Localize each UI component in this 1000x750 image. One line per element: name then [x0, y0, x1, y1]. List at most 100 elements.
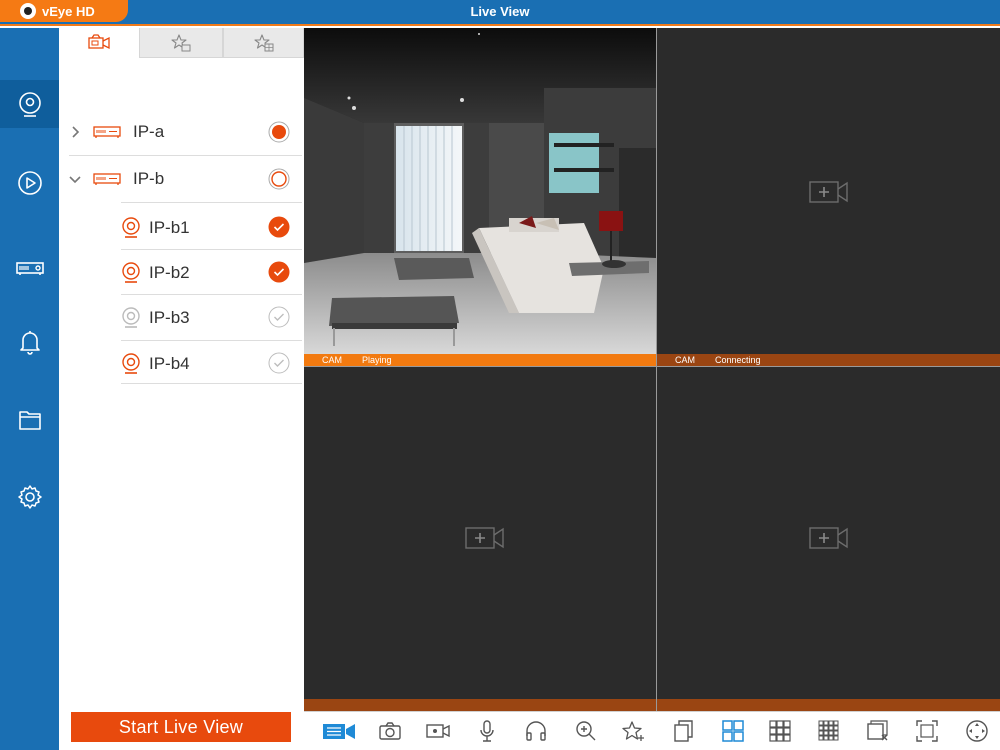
record-icon: [426, 724, 450, 738]
live-view-icon: [18, 92, 41, 117]
panel-tabs: [59, 28, 304, 58]
microphone-icon: [480, 720, 494, 742]
title-bar: vEye HD Live View: [0, 0, 1000, 26]
device-panel: IP-a IP-b IP-b1 IP-b2 IP-b3 IP-b4 Start …: [59, 28, 304, 750]
camera-label: IP-b2: [149, 263, 190, 282]
playback-icon: [17, 171, 42, 195]
cell-status-bar: [657, 699, 1000, 711]
video-grid: CAM Playing CAM Connecting: [304, 28, 1000, 711]
cell-status-bar: CAM Connecting: [657, 354, 1000, 366]
camera-label: IP-b1: [149, 218, 190, 237]
record-button[interactable]: [425, 719, 451, 743]
audio-headphones-icon: [526, 721, 546, 741]
nav-playback[interactable]: [0, 159, 59, 207]
add-camera-icon[interactable]: [465, 526, 505, 550]
camera-row-ip-b4[interactable]: IP-b4: [59, 341, 304, 387]
camera-row-ip-b2[interactable]: IP-b2: [59, 250, 304, 296]
zoom-button[interactable]: [573, 719, 599, 743]
camera-icon: [122, 353, 140, 374]
camera-label: IP-b4: [149, 354, 190, 373]
ptz-control-icon: [966, 720, 988, 742]
snapshot-icon: [379, 722, 401, 740]
camera-row-ip-b1[interactable]: IP-b1: [59, 204, 304, 250]
camera-offline-icon: [122, 307, 140, 328]
camera-row-ip-b3[interactable]: IP-b3: [59, 295, 304, 341]
favorite-star-icon: [622, 721, 644, 741]
chevron-right-icon: [72, 126, 80, 138]
microphone-button[interactable]: [474, 719, 500, 743]
device-row-ip-a[interactable]: IP-a: [59, 109, 304, 155]
recorder-icon: [93, 173, 121, 185]
nav-device-manager[interactable]: [0, 244, 59, 292]
layout-16-button[interactable]: [816, 719, 842, 743]
camera-label: IP-b3: [149, 308, 190, 327]
row-divider: [121, 202, 302, 203]
video-cell-4[interactable]: [657, 367, 1000, 711]
folder-icon: [18, 411, 41, 430]
zoom-in-icon: [576, 721, 596, 741]
add-camera-icon[interactable]: [809, 180, 849, 204]
selection-dot-icon[interactable]: [268, 121, 290, 143]
layout-4-button[interactable]: [720, 719, 746, 743]
video-feed-image: [304, 28, 656, 354]
side-navigation: [0, 28, 59, 750]
device-list-icon: [88, 34, 110, 50]
fullscreen-icon: [916, 720, 938, 742]
grid-divider: [304, 366, 1000, 367]
alarm-bell-icon: [19, 331, 40, 355]
row-divider: [121, 383, 302, 384]
tab-devices[interactable]: [59, 28, 139, 58]
tab-favorites-group[interactable]: [139, 28, 223, 58]
nav-alarms[interactable]: [0, 318, 59, 366]
recorder-icon: [93, 126, 121, 138]
tab-favorites-grid[interactable]: [223, 28, 304, 58]
layout-16-icon: [818, 720, 839, 741]
selection-empty-icon[interactable]: [268, 168, 290, 190]
checked-icon[interactable]: [268, 216, 290, 238]
video-cell-1[interactable]: CAM Playing: [304, 28, 656, 366]
copy-button[interactable]: [670, 719, 696, 743]
nav-files[interactable]: [0, 396, 59, 444]
copy-pages-icon: [674, 720, 693, 742]
nav-live-view[interactable]: [0, 80, 59, 128]
stream-status: Connecting: [715, 355, 761, 365]
favorites-group-icon: [171, 33, 191, 51]
stream-select-button[interactable]: [322, 719, 356, 743]
grid-divider: [656, 28, 657, 711]
device-manager-icon: [15, 262, 44, 275]
stream-status: Playing: [362, 355, 392, 365]
device-label: IP-a: [133, 122, 165, 141]
live-view-toolbar: [304, 711, 1000, 750]
settings-gear-icon: [17, 485, 42, 509]
camera-icon: [122, 262, 140, 283]
unchecked-icon[interactable]: [268, 352, 290, 374]
camera-name: CAM: [322, 355, 342, 365]
video-cell-3[interactable]: [304, 367, 656, 711]
close-all-icon: [867, 720, 888, 741]
nav-settings[interactable]: [0, 473, 59, 521]
layout-9-button[interactable]: [767, 719, 793, 743]
add-camera-icon[interactable]: [809, 526, 849, 550]
fullscreen-button[interactable]: [914, 719, 940, 743]
audio-button[interactable]: [523, 719, 549, 743]
ptz-control-button[interactable]: [964, 719, 990, 743]
checked-icon[interactable]: [268, 261, 290, 283]
device-row-ip-b[interactable]: IP-b: [59, 156, 304, 202]
stream-select-icon: [323, 724, 355, 739]
cell-status-bar: CAM Playing: [304, 354, 656, 366]
camera-name: CAM: [675, 355, 695, 365]
camera-icon: [122, 217, 140, 238]
snapshot-button[interactable]: [377, 719, 403, 743]
layout-9-icon: [769, 720, 791, 742]
start-live-view-button[interactable]: Start Live View: [71, 712, 291, 742]
close-all-button[interactable]: [865, 719, 891, 743]
favorites-grid-icon: [253, 33, 273, 51]
favorite-button[interactable]: [620, 719, 646, 743]
app-window: vEye HD Live View IP-a IP-b IP-b1 IP-b2 …: [0, 0, 1000, 750]
chevron-down-icon: [69, 176, 81, 184]
device-label: IP-b: [133, 169, 165, 188]
cell-status-bar: [304, 699, 656, 711]
layout-4-icon: [722, 720, 744, 742]
unchecked-icon[interactable]: [268, 306, 290, 328]
video-cell-2[interactable]: CAM Connecting: [657, 28, 1000, 366]
